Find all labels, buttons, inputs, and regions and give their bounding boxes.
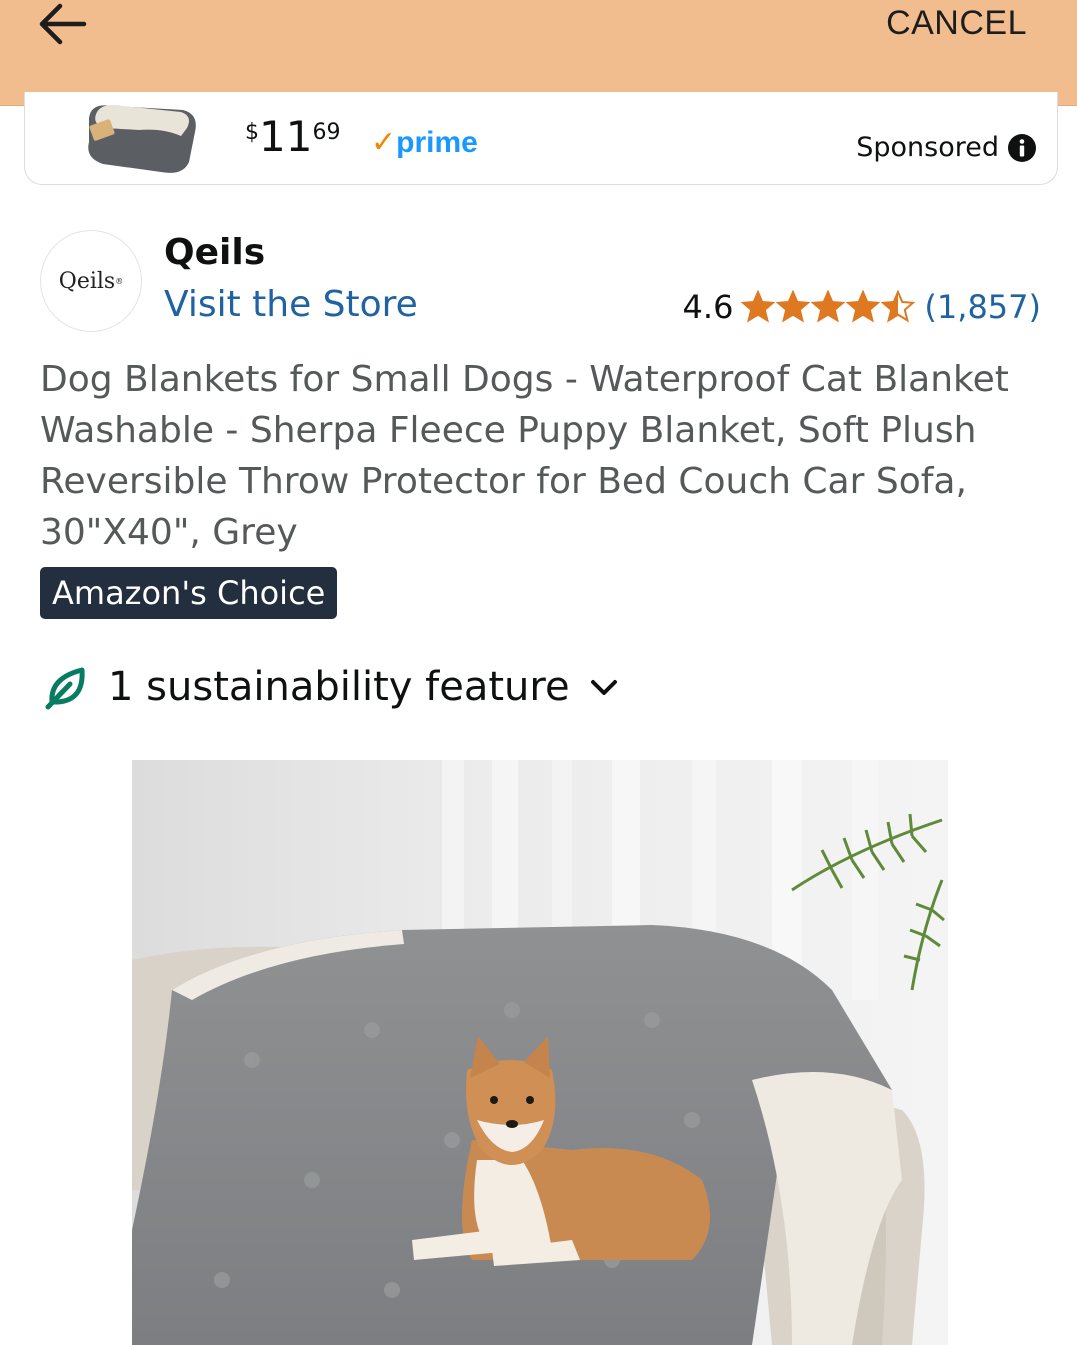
sponsored-label: Sponsored [856,132,999,163]
top-bar: CANCEL [0,0,1077,106]
rating-value: 4.6 [682,288,734,326]
star-rating [741,290,916,324]
star-half-icon [881,290,916,323]
star-full-icon [741,290,776,323]
ad-product-thumbnail[interactable] [83,92,203,178]
back-button[interactable] [34,0,94,48]
cancel-button[interactable]: CANCEL [886,4,1027,43]
chevron-down-icon [590,680,617,695]
sponsored-label-group[interactable]: Sponsored [856,132,1037,163]
sustainability-feature-toggle[interactable]: 1 sustainability feature [44,664,622,710]
price-symbol: $ [245,120,259,145]
store-logo[interactable]: Qeils ® [40,230,142,332]
star-full-icon [811,290,846,323]
ad-price: $ 11 69 [245,116,340,158]
prime-label: prime [396,126,478,159]
rating-count-link[interactable]: (1,857) [924,288,1041,326]
star-full-icon [776,290,811,323]
badge-label: Amazon's Choice [52,574,326,612]
price-whole: 11 [259,112,313,161]
star-full-icon [846,290,881,323]
price-fraction: 69 [312,120,341,145]
product-title: Dog Blankets for Small Dogs - Waterproof… [40,359,1009,553]
info-icon[interactable] [1007,133,1037,163]
back-arrow-icon [39,3,87,45]
prime-check-icon: ✓ [371,125,397,160]
sponsored-ad-card[interactable]: $ 11 69 ✓ prime Sponsored [24,92,1058,185]
rating-summary[interactable]: 4.6 (1,857) [683,288,1041,326]
store-logo-mark: ® [115,276,124,286]
product-image[interactable] [132,760,948,1345]
store-logo-text: Qeils [58,268,116,294]
prime-badge: ✓ prime [371,126,478,160]
sustainability-label: 1 sustainability feature [108,664,570,710]
brand-name: Qeils [164,232,266,273]
leaf-icon [45,667,85,710]
visit-store-link[interactable]: Visit the Store [164,284,418,325]
amazons-choice-badge[interactable]: Amazon's Choice [40,567,338,619]
